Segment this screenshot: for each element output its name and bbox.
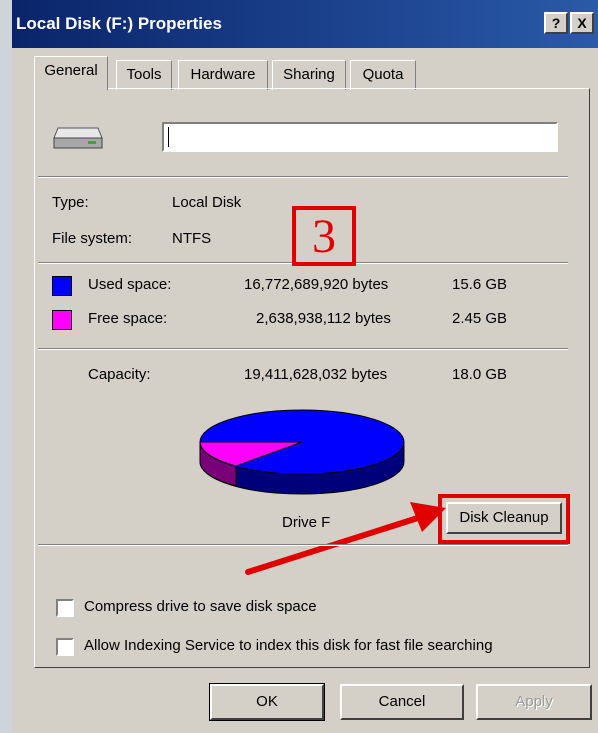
separator	[38, 176, 568, 178]
file-system-value: NTFS	[172, 230, 212, 247]
title-bar[interactable]: Local Disk (F:) Properties ? X	[12, 0, 598, 48]
tab-hardware[interactable]: Hardware	[178, 60, 268, 90]
drive-name-input[interactable]	[162, 122, 558, 152]
red-arrow-annotation	[245, 502, 446, 575]
indexing-checkbox[interactable]	[56, 638, 74, 656]
help-button[interactable]: ?	[544, 12, 568, 34]
compress-checkbox[interactable]	[56, 599, 74, 617]
file-system-label: File system:	[52, 230, 133, 247]
compress-label: Compress drive to save disk space	[84, 598, 317, 615]
separator	[38, 544, 568, 546]
type-label: Type:	[52, 194, 89, 211]
used-space-bytes: 16,772,689,920 bytes	[244, 276, 389, 293]
apply-button[interactable]: Apply	[476, 684, 592, 720]
free-space-bytes: 2,638,938,112 bytes	[256, 310, 391, 327]
tab-quota[interactable]: Quota	[350, 60, 416, 90]
tab-general[interactable]: General	[34, 56, 108, 90]
cancel-button[interactable]: Cancel	[340, 684, 464, 720]
used-space-size: 15.6 GB	[452, 276, 508, 293]
separator	[38, 348, 568, 350]
tab-sharing[interactable]: Sharing	[272, 60, 346, 90]
disk-cleanup-button[interactable]: Disk Cleanup	[446, 502, 562, 534]
used-space-swatch	[52, 276, 72, 296]
capacity-bytes: 19,411,628,032 bytes	[244, 366, 388, 383]
tab-tools[interactable]: Tools	[116, 60, 172, 90]
indexing-label: Allow Indexing Service to index this dis…	[84, 637, 493, 654]
step-number-annotation: 3	[312, 210, 336, 263]
hard-drive-icon	[53, 127, 103, 149]
disk-usage-pie-chart	[199, 409, 405, 495]
capacity-size: 18.0 GB	[452, 366, 508, 383]
capacity-label: Capacity:	[88, 366, 151, 383]
close-button[interactable]: X	[570, 12, 594, 34]
used-space-label: Used space:	[88, 276, 172, 293]
free-space-label: Free space:	[88, 310, 168, 327]
type-value: Local Disk	[172, 194, 242, 211]
ok-button[interactable]: OK	[209, 683, 325, 721]
free-space-swatch	[52, 310, 72, 330]
free-space-size: 2.45 GB	[452, 310, 508, 327]
background-window-edge	[0, 0, 12, 733]
window-title: Local Disk (F:) Properties	[16, 14, 222, 33]
